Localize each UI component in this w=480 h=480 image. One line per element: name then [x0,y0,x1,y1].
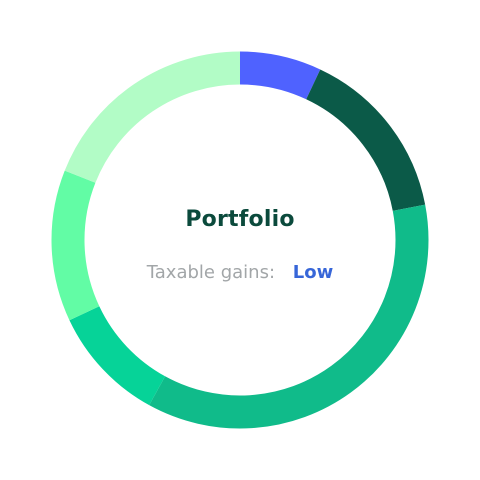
donut-slice-4 [69,305,166,406]
portfolio-donut-widget: Portfolio Taxable gains: Low [0,0,480,480]
taxable-gains-value: Low [292,262,334,283]
portfolio-title: Portfolio [185,207,295,232]
taxable-gains-label: Taxable gains: [146,262,276,283]
donut-slice-2 [305,69,426,212]
donut-slice-6 [64,51,241,184]
donut-chart [51,51,429,429]
donut-slice-1 [239,51,321,100]
taxable-gains-row: Taxable gains: Low [0,262,480,283]
donut-slice-5 [51,170,100,321]
donut-slice-3 [149,204,429,429]
